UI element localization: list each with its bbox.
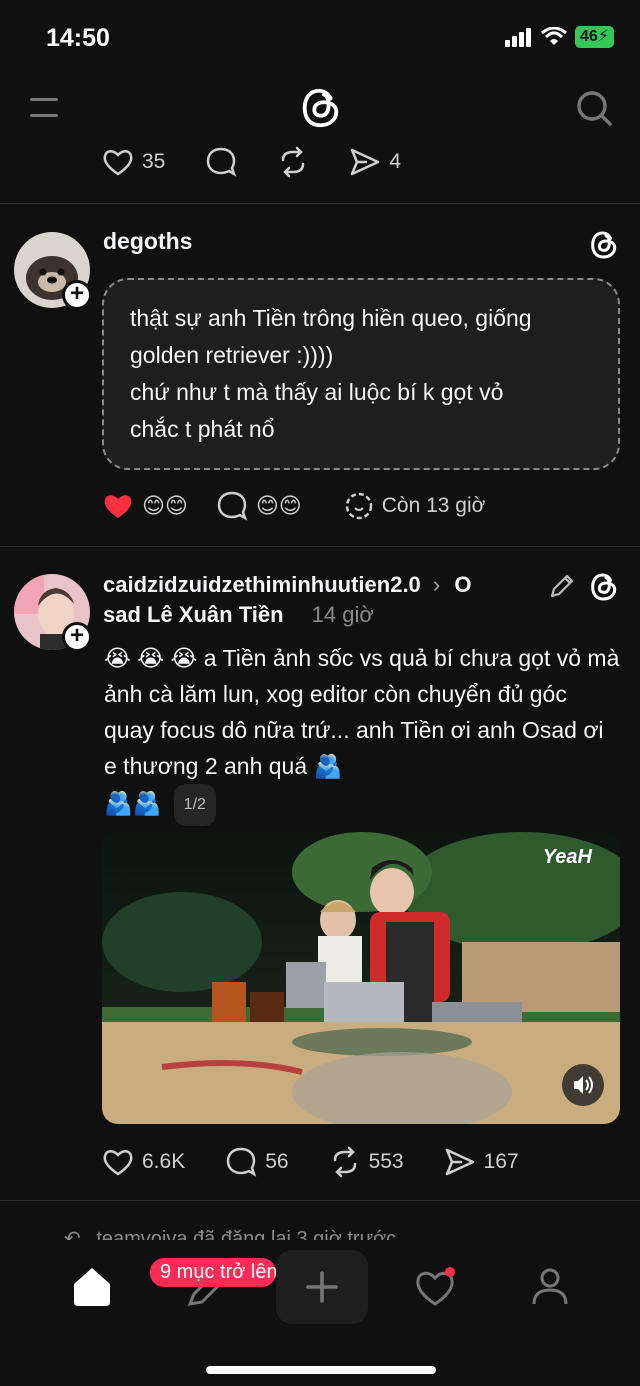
note-text: thật sự anh Tiền trông hiền queo, giống … bbox=[130, 305, 532, 442]
threads-logo-icon bbox=[591, 573, 617, 601]
post-body-tail: 🫂🫂 bbox=[104, 790, 162, 817]
chevron-right-icon: › bbox=[432, 572, 441, 597]
time-left: Còn 13 giờ bbox=[344, 491, 486, 521]
post-username[interactable]: degoths bbox=[103, 228, 192, 255]
plus-icon bbox=[306, 1271, 338, 1303]
speaker-icon bbox=[574, 1076, 593, 1094]
send-icon bbox=[445, 1148, 474, 1176]
share-count: 167 bbox=[483, 1150, 519, 1173]
post2-actions: 6.6K 56 553 167 bbox=[102, 1146, 559, 1178]
menu-icon[interactable] bbox=[28, 94, 62, 124]
status-bar: 14:50 46⚡ bbox=[0, 0, 640, 80]
reaction-faces: 😊😊 bbox=[255, 493, 302, 518]
battery-level: 46 bbox=[579, 28, 598, 45]
note-bubble[interactable]: thật sự anh Tiền trông hiền queo, giống … bbox=[102, 278, 620, 470]
repost-button[interactable] bbox=[277, 146, 309, 178]
like-button[interactable]: 6.6K bbox=[102, 1147, 185, 1177]
follow-plus-button[interactable]: + bbox=[62, 280, 92, 310]
post-username[interactable]: caidzidzuidzethiminhuutien2.0 › O bbox=[103, 572, 472, 598]
profile-icon[interactable] bbox=[528, 1264, 572, 1308]
prev-post-actions: 35 4 bbox=[102, 146, 441, 178]
repost-button[interactable]: 553 bbox=[329, 1146, 404, 1178]
post-body: 😭 😭 😭 a Tiền ảnh sốc vs quả bí chưa gọt … bbox=[104, 645, 620, 779]
divider bbox=[0, 1200, 640, 1201]
post1-actions: 😊😊 😊😊 Còn 13 giờ bbox=[102, 490, 485, 522]
timer-icon bbox=[345, 492, 372, 520]
volume-button[interactable] bbox=[562, 1064, 604, 1106]
time-left-text: Còn 13 giờ bbox=[381, 494, 486, 517]
tagged-name[interactable]: sad Lê Xuân Tiền bbox=[103, 602, 284, 627]
wifi-icon bbox=[541, 27, 567, 45]
top-nav bbox=[0, 80, 640, 140]
comment-icon bbox=[226, 1147, 257, 1177]
comment-count: 56 bbox=[265, 1150, 289, 1173]
post-username-text: caidzidzuidzethiminhuutien2.0 bbox=[103, 572, 421, 597]
repost-icon bbox=[282, 146, 305, 178]
home-indicator bbox=[206, 1366, 436, 1374]
comment-button[interactable] bbox=[205, 146, 237, 178]
signal-icon bbox=[504, 28, 531, 47]
edit-icon[interactable] bbox=[548, 572, 576, 600]
status-time: 14:50 bbox=[46, 24, 110, 52]
divider bbox=[0, 546, 640, 547]
repost-icon bbox=[333, 1146, 356, 1178]
comment-button[interactable]: 56 bbox=[225, 1146, 289, 1178]
search-icon[interactable] bbox=[574, 88, 614, 128]
activity-heart-icon[interactable] bbox=[412, 1264, 460, 1312]
send-icon bbox=[351, 148, 380, 176]
new-posts-toast[interactable]: 9 mục trở lên bbox=[150, 1258, 276, 1287]
heart-icon bbox=[103, 150, 133, 176]
compose-button[interactable] bbox=[276, 1250, 368, 1324]
heart-filled-icon bbox=[104, 495, 132, 518]
comment-icon bbox=[217, 491, 248, 521]
divider bbox=[0, 203, 640, 204]
video-watermark: YeaH bbox=[542, 846, 592, 868]
share-button[interactable]: 4 bbox=[349, 147, 401, 177]
post-subline: sad Lê Xuân Tiền 14 giờ bbox=[103, 602, 374, 628]
battery-indicator: 46⚡ bbox=[574, 26, 614, 48]
heart-icon bbox=[103, 1150, 133, 1176]
home-icon[interactable] bbox=[70, 1264, 114, 1308]
status-icons: 46⚡ bbox=[504, 26, 614, 48]
share-count: 4 bbox=[389, 150, 402, 173]
like-count: 35 bbox=[142, 150, 166, 173]
charging-bolt-icon: ⚡ bbox=[597, 28, 609, 45]
repost-count: 553 bbox=[368, 1150, 404, 1173]
threads-logo-icon bbox=[591, 231, 617, 259]
post-video[interactable]: YeaH bbox=[102, 832, 620, 1124]
share-button[interactable]: 167 bbox=[444, 1147, 519, 1177]
threads-logo-icon[interactable] bbox=[298, 84, 344, 132]
comment-button[interactable]: 😊😊 bbox=[216, 490, 302, 522]
like-count: 6.6K bbox=[142, 1150, 186, 1173]
media-page-badge: 1/2 bbox=[173, 784, 216, 826]
post-text: 😭 😭 😭 a Tiền ảnh sốc vs quả bí chưa gọt … bbox=[104, 640, 620, 826]
like-button[interactable]: 😊😊 bbox=[102, 491, 188, 521]
comment-icon bbox=[207, 147, 237, 177]
reaction-faces: 😊😊 bbox=[142, 493, 188, 518]
repost-target: O bbox=[454, 572, 472, 597]
follow-plus-button[interactable]: + bbox=[62, 622, 92, 652]
like-button[interactable]: 35 bbox=[102, 147, 165, 177]
bottom-nav: 9 mục trở lên bbox=[0, 1240, 640, 1386]
post-time: 14 giờ bbox=[311, 602, 374, 627]
